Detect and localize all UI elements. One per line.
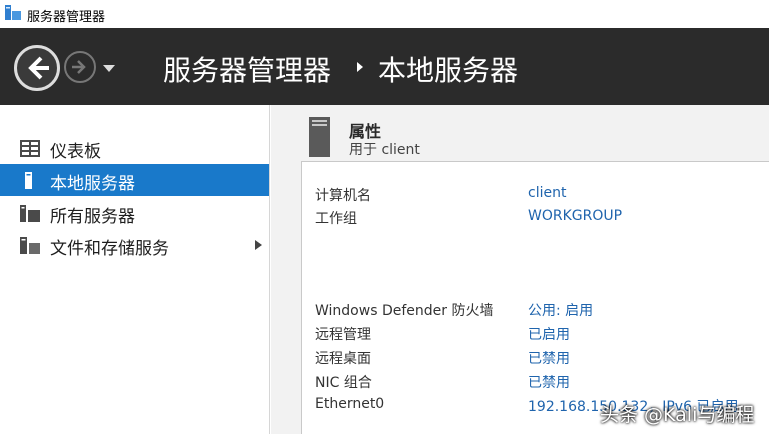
- property-label-remote-management: 远程管理: [315, 327, 371, 343]
- property-label-ethernet: Ethernet0: [315, 396, 385, 412]
- breadcrumb-current: 本地服务器: [378, 54, 519, 87]
- property-label-computer-name: 计算机名: [315, 188, 371, 204]
- server-manager-app-icon: [5, 5, 21, 20]
- servers-icon: [20, 205, 40, 222]
- storage-icon: [20, 237, 40, 254]
- sidebar-item-all-servers[interactable]: 所有服务器: [0, 197, 269, 229]
- property-value-firewall[interactable]: 公用: 启用: [528, 300, 593, 320]
- title-bar: 服务器管理器: [0, 0, 769, 28]
- sidebar-item-file-storage[interactable]: 文件和存储服务: [0, 229, 269, 261]
- window-title: 服务器管理器: [27, 10, 106, 25]
- breadcrumb-separator-icon: [357, 62, 363, 72]
- property-value-remote-management[interactable]: 已启用: [528, 324, 570, 344]
- sidebar: 仪表板 本地服务器 所有服务器 文件和存储服务: [0, 105, 270, 434]
- main-content: 属性 用于 client 计算机名 client 工作组 WORKGROUP W…: [271, 105, 769, 434]
- sidebar-item-label: 文件和存储服务: [50, 239, 169, 259]
- property-value-nic-teaming[interactable]: 已禁用: [528, 372, 570, 392]
- server-icon: [25, 172, 32, 189]
- property-label-firewall: Windows Defender 防火墙: [315, 303, 494, 319]
- forward-button[interactable]: [64, 51, 96, 83]
- property-value-computer-name[interactable]: client: [528, 185, 566, 201]
- watermark-text: 头条 @Kali与编程: [600, 404, 755, 426]
- sidebar-item-dashboard[interactable]: 仪表板: [0, 132, 269, 164]
- sidebar-item-label: 仪表板: [50, 142, 101, 162]
- history-dropdown-icon[interactable]: [101, 62, 117, 74]
- sidebar-item-label: 所有服务器: [50, 207, 135, 227]
- back-button[interactable]: [14, 45, 60, 91]
- forward-arrow-icon: [72, 60, 86, 74]
- breadcrumb-root[interactable]: 服务器管理器: [163, 49, 331, 89]
- header-bar: 服务器管理器 本地服务器: [0, 28, 769, 105]
- expand-arrow-icon[interactable]: [255, 240, 262, 250]
- property-label-nic-teaming: NIC 组合: [315, 375, 372, 391]
- dashboard-icon: [20, 140, 40, 157]
- back-arrow-icon: [28, 56, 49, 80]
- server-tower-icon: [309, 117, 330, 157]
- property-value-workgroup[interactable]: WORKGROUP: [528, 208, 622, 224]
- section-subtitle: 用于 client: [349, 142, 420, 158]
- property-label-workgroup: 工作组: [315, 211, 357, 227]
- sidebar-item-local-server[interactable]: 本地服务器: [0, 164, 269, 196]
- sidebar-item-label: 本地服务器: [50, 174, 135, 194]
- properties-panel: 计算机名 client 工作组 WORKGROUP Windows Defend…: [301, 161, 769, 434]
- property-value-remote-desktop[interactable]: 已禁用: [528, 348, 570, 368]
- property-label-remote-desktop: 远程桌面: [315, 351, 371, 367]
